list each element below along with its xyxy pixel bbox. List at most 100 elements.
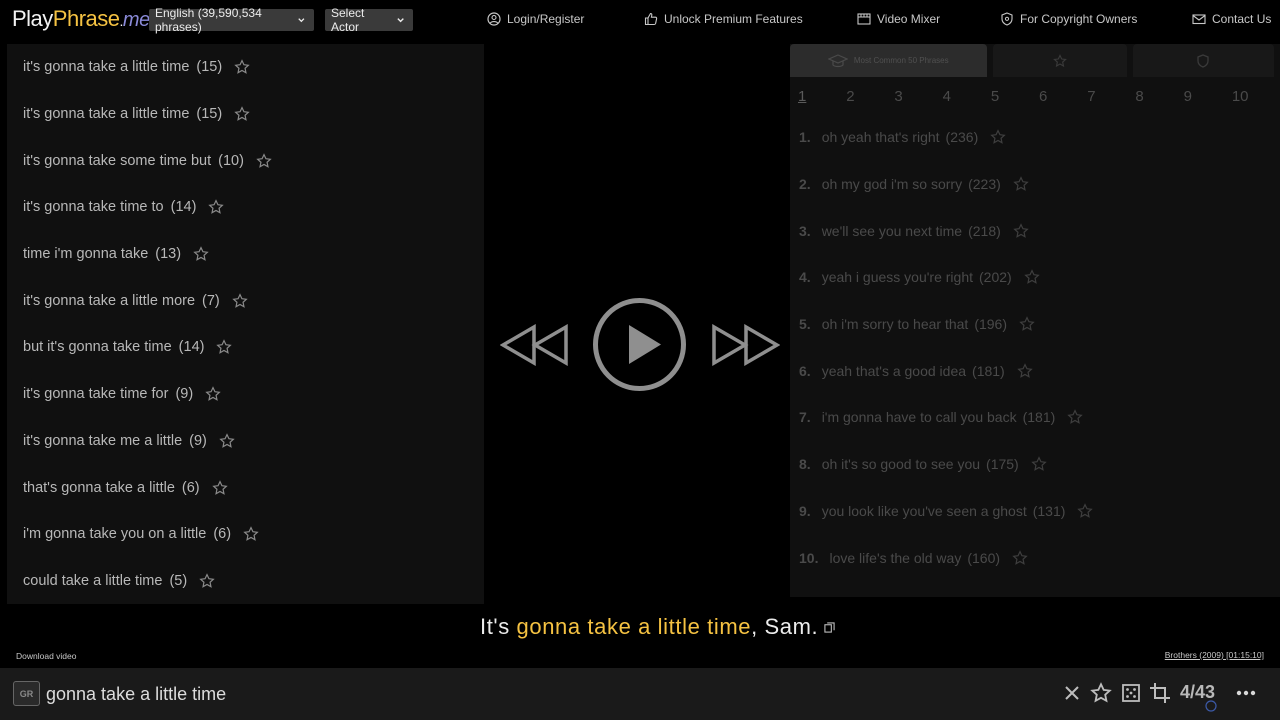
playphrase-logo[interactable]: Play Phrase. me [12, 6, 150, 34]
list-item[interactable]: 2. oh my god i'm so sorry (223) [790, 161, 1280, 208]
list-item[interactable]: 4. yeah i guess you're right (202) [790, 254, 1280, 301]
star-icon[interactable] [1017, 363, 1033, 379]
phrase-text: it's gonna take a little time [23, 59, 190, 76]
search-input[interactable] [46, 678, 1036, 710]
star-icon[interactable] [208, 199, 225, 215]
list-item[interactable]: it's gonna take me a little (9) [7, 418, 484, 465]
close-icon[interactable] [1061, 682, 1083, 704]
video-player[interactable] [484, 44, 790, 604]
tab-favorites[interactable] [992, 44, 1127, 77]
related-phrases-list: it's gonna take a little time (15) it's go… [7, 44, 484, 604]
tab-history[interactable] [1132, 44, 1274, 77]
star-icon[interactable] [216, 339, 233, 355]
nav-unlock-premium[interactable]: Unlock Premium Features [644, 12, 803, 26]
page-link[interactable]: 2 [846, 88, 894, 105]
rank-number: 7. [799, 409, 811, 426]
rank-number: 6. [799, 362, 811, 379]
list-item[interactable]: 7. i'm gonna have to call you back (181) [790, 394, 1280, 441]
list-item[interactable]: could take a little time (5) [7, 558, 484, 604]
list-item[interactable]: it's gonna take a little time (15) [7, 44, 484, 91]
actor-select[interactable]: Select Actor [325, 6, 413, 34]
list-item[interactable]: but it's gonna take time (14) [7, 324, 484, 371]
page-link[interactable]: 1 [798, 88, 846, 105]
star-icon[interactable] [193, 246, 209, 262]
shield-icon [1197, 53, 1210, 68]
star-icon[interactable] [234, 59, 250, 75]
info-badge-icon[interactable] [1205, 700, 1217, 712]
nav-login-register[interactable]: Login/Register [487, 12, 584, 26]
phrase-count: (181) [1022, 409, 1056, 426]
subtitle-text: It's gonna take a little time, Sam. [480, 612, 835, 642]
phrase-count: (6) [213, 526, 232, 543]
list-item[interactable]: i'm gonna take you on a little (6) [7, 511, 484, 558]
fast-forward-icon[interactable] [710, 324, 780, 366]
page-link[interactable]: 8 [1135, 88, 1183, 105]
list-item[interactable]: 3. we'll see you next time (218) [790, 207, 1280, 254]
star-icon[interactable] [232, 293, 248, 309]
star-icon[interactable] [234, 106, 250, 122]
page-link[interactable]: 3 [894, 88, 942, 105]
page-link[interactable]: 6 [1039, 88, 1087, 105]
page-link[interactable]: 10 [1232, 88, 1280, 105]
list-item[interactable]: 5. oh i'm sorry to hear that (196) [790, 301, 1280, 348]
star-icon[interactable] [219, 433, 235, 449]
star-icon[interactable] [1024, 269, 1040, 285]
star-icon[interactable] [256, 152, 272, 169]
list-item[interactable]: 6. yeah that's a good idea (181) [790, 347, 1280, 394]
list-item[interactable]: it's gonna take time to (14) [7, 184, 484, 231]
crop-icon[interactable] [1149, 682, 1171, 704]
list-item[interactable]: 8. oh it's so good to see you (175) [790, 441, 1280, 488]
star-icon[interactable] [211, 479, 228, 496]
star-icon[interactable] [1012, 549, 1028, 566]
pagination: 1 2 3 4 5 6 7 8 9 10 [790, 77, 1280, 109]
list-item[interactable]: it's gonna take a little more (7) [7, 277, 484, 324]
nav-contact-us[interactable]: Contact Us [1192, 12, 1271, 26]
language-select[interactable]: English (39,590,534 phrases) [149, 6, 314, 34]
phrase-text: love life's the old way [829, 549, 962, 566]
actor-select-label: Select Actor [331, 6, 365, 34]
star-icon[interactable] [990, 129, 1006, 145]
star-icon[interactable] [1067, 409, 1083, 425]
nav-video-mixer[interactable]: Video Mixer [857, 12, 940, 26]
nav-copyright-owners[interactable]: For Copyright Owners [1000, 12, 1137, 26]
chevron-down-icon [397, 18, 404, 23]
list-item[interactable]: it's gonna take some time but (10) [7, 137, 484, 184]
phrase-text: it's gonna take a little time [23, 106, 190, 123]
play-icon[interactable] [592, 297, 687, 392]
star-icon[interactable] [205, 386, 221, 402]
star-icon[interactable] [1013, 176, 1029, 192]
movie-reference-link[interactable]: Brothers (2009) [01:15:10] [1165, 650, 1264, 660]
phrase-count: (181) [972, 362, 1005, 379]
page-link[interactable]: 7 [1087, 88, 1135, 105]
phrase-text: i'm gonna take you on a little [23, 526, 207, 543]
dice-icon[interactable] [1120, 682, 1142, 704]
list-item[interactable]: 10. love life's the old way (160) [790, 534, 1280, 581]
list-item[interactable]: time i'm gonna take (13) [7, 231, 484, 278]
rank-number: 3. [799, 222, 811, 239]
page-link[interactable]: 9 [1184, 88, 1232, 105]
star-icon[interactable] [1019, 316, 1035, 332]
page-link[interactable]: 5 [991, 88, 1039, 105]
list-item[interactable]: it's gonna take a little time (15) [7, 91, 484, 138]
phrase-count: (5) [169, 572, 188, 589]
list-item[interactable]: 9. you look like you've seen a ghost (131) [790, 488, 1280, 535]
tab-most-common[interactable]: Most Common 50 Phrases [790, 44, 987, 77]
star-icon[interactable] [1090, 682, 1112, 704]
star-icon[interactable] [1031, 456, 1047, 472]
more-options-icon[interactable] [1235, 682, 1257, 704]
download-video-link[interactable]: Download video [16, 651, 76, 661]
tab-most-common-label: Most Common 50 Phrases [853, 56, 949, 65]
rewind-icon[interactable] [500, 324, 570, 366]
star-icon[interactable] [243, 526, 259, 542]
star-icon[interactable] [1013, 222, 1029, 239]
top-navigation-bar: Play Phrase. me English (39,590,534 phrase… [0, 0, 1280, 40]
list-item[interactable]: it's gonna take time for (9) [7, 371, 484, 418]
page-link[interactable]: 4 [943, 88, 991, 105]
grammar-button[interactable]: GR [13, 681, 40, 706]
list-item[interactable]: 1. oh yeah that's right (236) [790, 114, 1280, 161]
copy-icon[interactable] [824, 621, 835, 633]
star-icon[interactable] [199, 573, 215, 589]
list-item[interactable]: that's gonna take a little (6) [7, 464, 484, 511]
star-icon[interactable] [1077, 503, 1094, 519]
nav-premium-label: Unlock Premium Features [664, 12, 803, 26]
